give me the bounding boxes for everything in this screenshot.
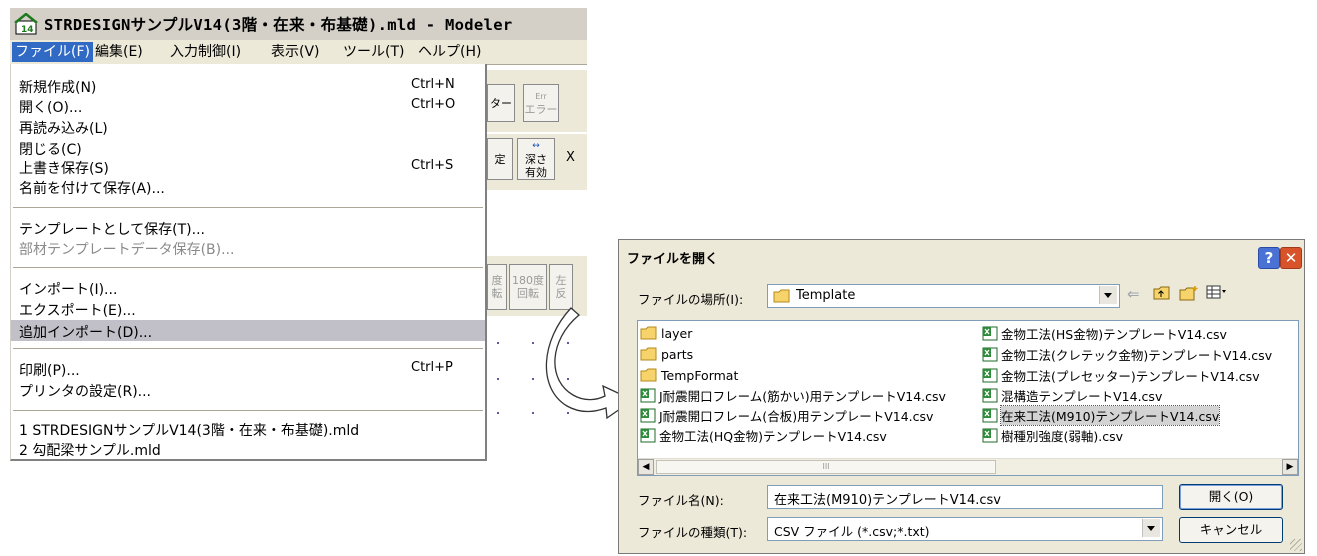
toolbar-row-2: 定 ↔ 深さ 有効 X [487, 134, 587, 190]
menu-item-recent-2[interactable]: 2 勾配梁サンプル.mld [11, 439, 485, 459]
menu-item-close[interactable]: 閉じる(C) [11, 138, 485, 158]
scroll-left-icon[interactable]: ◀ [638, 459, 654, 475]
toolbar-rotate-180-button[interactable]: 180度 回転 [509, 264, 547, 310]
file-type-dropdown-arrow-icon[interactable] [1142, 519, 1160, 537]
menu-separator [13, 410, 483, 411]
view-menu-icon[interactable] [1206, 285, 1228, 303]
dialog-title-bar: ファイルを開く ? ✕ [619, 240, 1304, 272]
file-item-csv[interactable]: 樹種別強度(弱軸).csv [982, 426, 1123, 444]
menu-item-open[interactable]: 開く(O)... Ctrl+O [11, 96, 485, 116]
help-button[interactable]: ? [1258, 247, 1280, 269]
scroll-thumb[interactable]: III [656, 460, 996, 474]
file-item-selected[interactable]: 在来工法(M910)テンプレートV14.csv [982, 404, 1221, 426]
menu-view[interactable]: 表示(V) [268, 42, 323, 62]
file-item-layer[interactable]: layer [640, 324, 692, 342]
file-item-csv[interactable]: J耐震開口フレーム(筋かい)用テンプレートV14.csv [640, 386, 946, 404]
file-type-combo[interactable]: CSV ファイル (*.csv;*.txt) [767, 517, 1163, 541]
menu-item-save[interactable]: 上書き保存(S) Ctrl+S [11, 157, 485, 177]
menu-item-printer-settings[interactable]: プリンタの設定(R)... [11, 380, 485, 400]
excel-csv-icon [982, 428, 998, 442]
dialog-title: ファイルを開く [627, 252, 719, 267]
folder-icon [773, 289, 790, 303]
folder-icon [640, 347, 657, 361]
modeler-title-bar: 14 STRDESIGNサンプルV14(3階・在来・布基礎).mld - Mod… [10, 8, 587, 40]
folder-icon [640, 326, 657, 340]
look-in-combo[interactable]: Template [767, 284, 1120, 308]
look-in-value: Template [796, 288, 856, 303]
look-in-label: ファイルの場所(I): [638, 292, 744, 307]
folder-icon [640, 368, 657, 382]
file-name-input[interactable]: 在来工法(M910)テンプレートV14.csv [767, 485, 1163, 509]
up-folder-icon[interactable] [1153, 285, 1171, 305]
excel-csv-icon [640, 408, 656, 422]
file-item-tempformat[interactable]: TempFormat [640, 366, 738, 384]
toolbar-row-1: ター Err エラー [487, 70, 587, 132]
file-item-parts[interactable]: parts [640, 345, 693, 363]
menu-item-recent-1[interactable]: 1 STRDESIGNサンプルV14(3階・在来・布基礎).mld [11, 419, 485, 439]
menu-item-import[interactable]: インポート(I)... [11, 278, 485, 298]
excel-csv-icon [982, 408, 998, 422]
menu-item-save-member-template: 部材テンプレートデータ保存(B)... [19, 242, 235, 258]
toolbar-rotate-button[interactable]: 度転 [487, 264, 507, 310]
menu-file[interactable]: ファイル(F) [12, 42, 93, 62]
menu-input-control[interactable]: 入力制御(I) [167, 42, 244, 62]
cancel-button[interactable]: キャンセル [1179, 517, 1283, 543]
file-list[interactable]: layer parts TempFormat J耐震開口フレーム(筋かい)用テン… [637, 320, 1299, 476]
file-item-csv[interactable]: 混構造テンプレートV14.csv [982, 386, 1162, 404]
file-item-csv[interactable]: 金物工法(HS金物)テンプレートV14.csv [982, 324, 1227, 342]
toolbar-depth-button[interactable]: ↔ 深さ 有効 [517, 138, 555, 180]
excel-csv-icon [640, 388, 656, 402]
menu-item-new[interactable]: 新規作成(N) Ctrl+N [11, 76, 485, 96]
file-type-value: CSV ファイル (*.csv;*.txt) [774, 524, 930, 539]
modeler-menubar: ファイル(F) 編集(E) 入力制御(I) 表示(V) ツール(T) ヘルプ(H… [10, 40, 587, 65]
excel-csv-icon [982, 368, 998, 382]
app-house-icon: 14 [14, 13, 38, 35]
close-button[interactable]: ✕ [1280, 247, 1302, 269]
svg-text:14: 14 [21, 25, 34, 35]
file-item-csv[interactable]: 金物工法(クレテック金物)テンプレートV14.csv [982, 345, 1272, 363]
horizontal-scrollbar[interactable]: ◀ III ▶ [638, 458, 1298, 475]
open-file-dialog: ファイルを開く ? ✕ ファイルの場所(I): Template ⇐ layer… [618, 239, 1305, 554]
open-button[interactable]: 開く(O) [1179, 484, 1283, 510]
menu-edit[interactable]: 編集(E) [92, 42, 146, 62]
scroll-right-icon[interactable]: ▶ [1282, 459, 1298, 475]
menu-item-export[interactable]: エクスポート(E)... [11, 299, 485, 319]
file-name-value: 在来工法(M910)テンプレートV14.csv [774, 493, 1001, 508]
back-arrow-icon[interactable]: ⇐ [1127, 285, 1140, 303]
excel-csv-icon [982, 326, 998, 340]
menu-item-additional-import[interactable]: 追加インポート(D)... [11, 320, 485, 341]
file-name-label: ファイル名(N): [638, 493, 724, 508]
toolbar-error-button[interactable]: Err エラー [523, 84, 559, 122]
menu-tools[interactable]: ツール(T) [340, 42, 407, 62]
menu-item-save-as-template[interactable]: テンプレートとして保存(T)... [11, 218, 485, 238]
menu-item-reload[interactable]: 再読み込み(L) [11, 117, 485, 137]
menu-separator [13, 348, 483, 349]
file-type-label: ファイルの種類(T): [638, 525, 748, 540]
menu-help[interactable]: ヘルプ(H) [415, 42, 484, 62]
toolbar-button-4[interactable]: 定 [487, 138, 513, 180]
file-item-csv[interactable]: 金物工法(プレセッター)テンプレートV14.csv [982, 366, 1260, 384]
look-in-dropdown-arrow-icon[interactable] [1099, 286, 1117, 304]
menu-separator [13, 267, 483, 268]
excel-csv-icon [982, 388, 998, 402]
file-item-csv[interactable]: 金物工法(HQ金物)テンプレートV14.csv [640, 426, 887, 444]
toolbar-x-label: X [566, 150, 575, 165]
file-menu-dropdown: 新規作成(N) Ctrl+N 開く(O)... Ctrl+O 再読み込み(L) 閉じ… [10, 64, 487, 461]
menu-item-save-as[interactable]: 名前を付けて保存(A)... [11, 177, 485, 197]
menu-item-print[interactable]: 印刷(P)... Ctrl+P [11, 359, 485, 379]
modeler-title: STRDESIGNサンプルV14(3階・在来・布基礎).mld - Modele… [44, 16, 513, 34]
file-item-csv[interactable]: J耐震開口フレーム(合板)用テンプレートV14.csv [640, 406, 933, 424]
new-folder-icon[interactable] [1179, 285, 1199, 305]
toolbar-button-1[interactable]: ター [487, 84, 515, 122]
excel-csv-icon [982, 347, 998, 361]
menu-separator [13, 207, 483, 208]
resize-grip-icon[interactable] [1290, 539, 1302, 551]
excel-csv-icon [640, 428, 656, 442]
